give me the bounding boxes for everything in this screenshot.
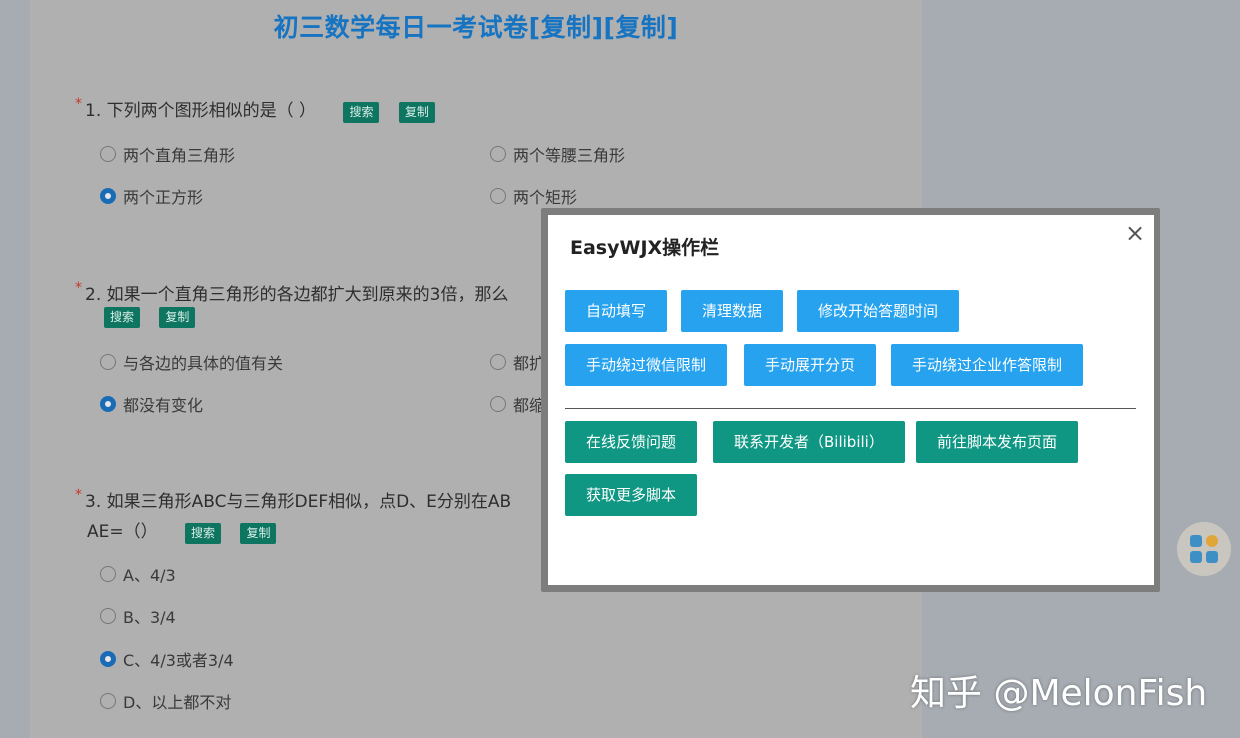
radio-icon <box>490 396 506 412</box>
radio-icon <box>100 146 116 162</box>
radio-icon <box>100 354 116 370</box>
radio-checked-icon <box>100 651 116 667</box>
option[interactable]: D、以上都不对 <box>100 689 231 713</box>
required-mark: * <box>75 96 82 112</box>
question-3: * 3. 如果三角形ABC与三角形DEF相似，点D、E分别在AB <box>75 487 511 512</box>
radio-icon <box>100 608 116 624</box>
option-label: D、以上都不对 <box>123 693 232 712</box>
question-3-text-line2: AE=（） <box>87 522 158 542</box>
question-1: * 1. 下列两个图形相似的是（ ） 搜索 复制 <box>75 96 435 123</box>
edit-start-time-button[interactable]: 修改开始答题时间 <box>797 290 960 332</box>
option-label: 两个等腰三角形 <box>513 146 626 165</box>
expand-pages-button[interactable]: 手动展开分页 <box>744 344 877 386</box>
option-label: A、4/3 <box>123 566 176 585</box>
search-button[interactable]: 搜索 <box>343 102 380 123</box>
option-label: 两个矩形 <box>513 188 578 207</box>
radio-icon <box>490 188 506 204</box>
contact-developer-button[interactable]: 联系开发者（Bilibili） <box>713 421 905 463</box>
option[interactable]: 两个直角三角形 <box>100 142 235 166</box>
question-3-text: 3. 如果三角形ABC与三角形DEF相似，点D、E分别在AB <box>85 492 512 512</box>
option[interactable]: 两个等腰三角形 <box>490 142 625 166</box>
copy-button[interactable]: 复制 <box>240 523 277 544</box>
option-label: B、3/4 <box>123 608 176 627</box>
question-2: * 2. 如果一个直角三角形的各边都扩大到原来的3倍，那么 <box>75 280 508 305</box>
feedback-button[interactable]: 在线反馈问题 <box>565 421 698 463</box>
easywjx-panel: EasyWJX操作栏 × 自动填写 清理数据 修改开始答题时间 手动绕过微信限制… <box>548 215 1154 585</box>
option-label: 两个直角三角形 <box>123 146 236 165</box>
search-button[interactable]: 搜索 <box>104 307 141 328</box>
watermark: 知乎 @MelonFish <box>910 673 1208 714</box>
question-2-actions: 搜索 复制 <box>104 306 196 328</box>
bypass-wechat-button[interactable]: 手动绕过微信限制 <box>565 344 728 386</box>
question-2-text: 2. 如果一个直角三角形的各边都扩大到原来的3倍，那么 <box>85 285 509 305</box>
question-3-line2: AE=（） 搜索 复制 <box>87 517 277 544</box>
copy-button[interactable]: 复制 <box>398 102 435 123</box>
option[interactable]: A、4/3 <box>100 562 176 586</box>
option-selected[interactable]: 两个正方形 <box>100 184 203 208</box>
grid-apps-icon <box>1190 535 1218 563</box>
search-button[interactable]: 搜索 <box>185 523 222 544</box>
radio-checked-icon <box>100 188 116 204</box>
option[interactable]: B、3/4 <box>100 604 176 628</box>
radio-icon <box>100 693 116 709</box>
option-selected[interactable]: C、4/3或者3/4 <box>100 647 234 671</box>
option-selected[interactable]: 都没有变化 <box>100 392 203 416</box>
radio-checked-icon <box>100 396 116 412</box>
option[interactable]: 与各边的具体的值有关 <box>100 350 283 374</box>
option[interactable]: 都缩 <box>490 392 545 416</box>
radio-icon <box>490 146 506 162</box>
option-label: 与各边的具体的值有关 <box>123 354 284 373</box>
option[interactable]: 两个矩形 <box>490 184 577 208</box>
survey-title: 初三数学每日一考试卷[复制][复制] <box>273 13 679 42</box>
close-icon[interactable]: × <box>1125 219 1145 247</box>
floating-menu-button[interactable] <box>1177 522 1231 576</box>
option[interactable]: 都扩 <box>490 350 545 374</box>
more-scripts-button[interactable]: 获取更多脚本 <box>565 474 698 516</box>
auto-fill-button[interactable]: 自动填写 <box>565 290 668 332</box>
required-mark: * <box>75 487 82 503</box>
clear-data-button[interactable]: 清理数据 <box>681 290 784 332</box>
script-page-button[interactable]: 前往脚本发布页面 <box>916 421 1079 463</box>
radio-icon <box>490 354 506 370</box>
option-label: 两个正方形 <box>123 188 204 207</box>
divider <box>565 408 1136 409</box>
option-label: C、4/3或者3/4 <box>123 651 234 670</box>
panel-title: EasyWJX操作栏 <box>570 237 720 259</box>
copy-button[interactable]: 复制 <box>159 307 196 328</box>
radio-icon <box>100 566 116 582</box>
question-1-text: 1. 下列两个图形相似的是（ ） <box>85 101 317 121</box>
bypass-enterprise-button[interactable]: 手动绕过企业作答限制 <box>891 344 1084 386</box>
required-mark: * <box>75 280 82 296</box>
option-label: 都没有变化 <box>123 396 204 415</box>
